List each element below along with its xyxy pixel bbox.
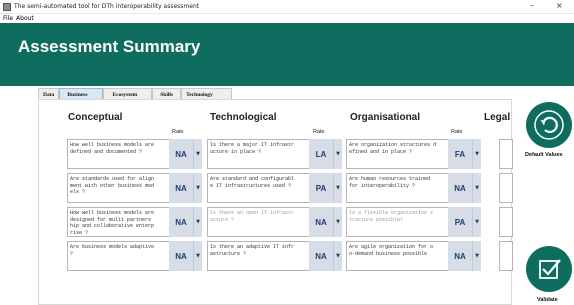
question-organisational-3[interactable]: Is a flexible organization s tructure po… bbox=[346, 207, 451, 237]
question-legal-1[interactable] bbox=[499, 139, 513, 169]
rate-dropdown[interactable]: NA ▼ bbox=[309, 207, 342, 237]
window-titlebar: The semi-automated tool for DTh interope… bbox=[0, 0, 574, 14]
dropdown-arrow-icon[interactable]: ▼ bbox=[472, 207, 481, 237]
tab-business[interactable]: Business bbox=[59, 88, 103, 99]
undo-icon bbox=[534, 110, 564, 140]
question-legal-4[interactable] bbox=[499, 241, 513, 271]
dropdown-arrow-icon[interactable]: ▼ bbox=[333, 139, 342, 169]
tab-data[interactable]: Data bbox=[38, 88, 60, 99]
rate-value: NA bbox=[169, 139, 193, 169]
dropdown-arrow-icon[interactable]: ▼ bbox=[193, 241, 202, 271]
question-conceptual-2[interactable]: Are standards used for align ment with o… bbox=[67, 173, 172, 203]
question-technological-1[interactable]: Is there a major IT infrastr ucture in p… bbox=[207, 139, 312, 169]
rate-dropdown[interactable]: NA ▼ bbox=[169, 241, 202, 271]
question-technological-4[interactable]: Is there an adaptive IT infr astructure … bbox=[207, 241, 312, 271]
question-legal-3[interactable] bbox=[499, 207, 513, 237]
tab-skills[interactable]: Skills bbox=[152, 88, 182, 99]
default-values-label: Default Values bbox=[525, 152, 563, 158]
close-button[interactable]: × bbox=[556, 1, 563, 10]
checkbox-icon bbox=[539, 259, 561, 279]
column-organisational: Organisational bbox=[350, 112, 421, 123]
tab-ecosystem[interactable]: Ecosystem bbox=[102, 88, 153, 99]
dropdown-arrow-icon[interactable]: ▼ bbox=[333, 241, 342, 271]
question-organisational-4[interactable]: Are agile organization for o n-demand bu… bbox=[346, 241, 451, 271]
rate-dropdown[interactable]: NA ▼ bbox=[169, 173, 202, 203]
tab-bar: Data Business Ecosystem Skills Technolog… bbox=[38, 88, 232, 99]
rate-dropdown[interactable]: LA ▼ bbox=[309, 139, 342, 169]
rate-dropdown[interactable]: NA ▼ bbox=[448, 241, 481, 271]
rate-dropdown[interactable]: NA ▼ bbox=[448, 173, 481, 203]
column-technological: Technological bbox=[210, 112, 277, 123]
question-conceptual-4[interactable]: Are business models adaptive ? bbox=[67, 241, 172, 271]
rate-value: NA bbox=[309, 207, 333, 237]
dropdown-arrow-icon[interactable]: ▼ bbox=[193, 173, 202, 203]
question-organisational-2[interactable]: Are human resources trained for interope… bbox=[346, 173, 451, 203]
rate-value: PA bbox=[309, 173, 333, 203]
dropdown-arrow-icon[interactable]: ▼ bbox=[333, 207, 342, 237]
menu-file[interactable]: File bbox=[3, 15, 13, 22]
rate-value: NA bbox=[448, 241, 472, 271]
rate-dropdown[interactable]: PA ▼ bbox=[309, 173, 342, 203]
rate-dropdown[interactable]: FA ▼ bbox=[448, 139, 481, 169]
tab-technology[interactable]: Technology bbox=[181, 88, 232, 99]
column-conceptual: Conceptual bbox=[68, 112, 123, 123]
rate-dropdown[interactable]: PA ▼ bbox=[448, 207, 481, 237]
rate-value: LA bbox=[309, 139, 333, 169]
dropdown-arrow-icon[interactable]: ▼ bbox=[193, 139, 202, 169]
menu-bar: File About bbox=[0, 14, 574, 23]
dropdown-arrow-icon[interactable]: ▼ bbox=[472, 139, 481, 169]
rate-dropdown[interactable]: NA ▼ bbox=[169, 139, 202, 169]
dropdown-arrow-icon[interactable]: ▼ bbox=[472, 241, 481, 271]
question-technological-3[interactable]: Is there an open IT infrastr ucture ? bbox=[207, 207, 312, 237]
question-technological-2[interactable]: Are standard and configurabl e IT infras… bbox=[207, 173, 312, 203]
header-banner: Assessment Summary bbox=[0, 23, 574, 86]
rate-value: NA bbox=[169, 207, 193, 237]
dropdown-arrow-icon[interactable]: ▼ bbox=[193, 207, 202, 237]
rate-value: NA bbox=[448, 173, 472, 203]
app-icon bbox=[3, 2, 11, 11]
validate-button[interactable] bbox=[526, 246, 572, 292]
rate-header-technological: Rate bbox=[313, 129, 325, 135]
page-title: Assessment Summary bbox=[18, 37, 201, 56]
rate-header-conceptual: Rate bbox=[172, 129, 184, 135]
minimize-button[interactable]: – bbox=[530, 1, 534, 10]
dropdown-arrow-icon[interactable]: ▼ bbox=[333, 173, 342, 203]
validate-label: Validate bbox=[537, 297, 558, 303]
rate-value: NA bbox=[169, 173, 193, 203]
question-conceptual-1[interactable]: How well business models are defined and… bbox=[67, 139, 172, 169]
dropdown-arrow-icon[interactable]: ▼ bbox=[472, 173, 481, 203]
menu-about[interactable]: About bbox=[16, 15, 34, 22]
rate-dropdown[interactable]: NA ▼ bbox=[309, 241, 342, 271]
rate-value: FA bbox=[448, 139, 472, 169]
column-legal: Legal bbox=[484, 112, 511, 123]
question-conceptual-3[interactable]: How well business models are designed fo… bbox=[67, 207, 172, 237]
rate-value: NA bbox=[309, 241, 333, 271]
rate-dropdown[interactable]: NA ▼ bbox=[169, 207, 202, 237]
default-values-button[interactable] bbox=[526, 102, 572, 148]
rate-header-organisational: Rate bbox=[451, 129, 463, 135]
question-organisational-1[interactable]: Are organization structures d efined and… bbox=[346, 139, 451, 169]
rate-value: PA bbox=[448, 207, 472, 237]
window-title: The semi-automated tool for DTh interope… bbox=[14, 3, 200, 10]
question-legal-2[interactable] bbox=[499, 173, 513, 203]
rate-value: NA bbox=[169, 241, 193, 271]
